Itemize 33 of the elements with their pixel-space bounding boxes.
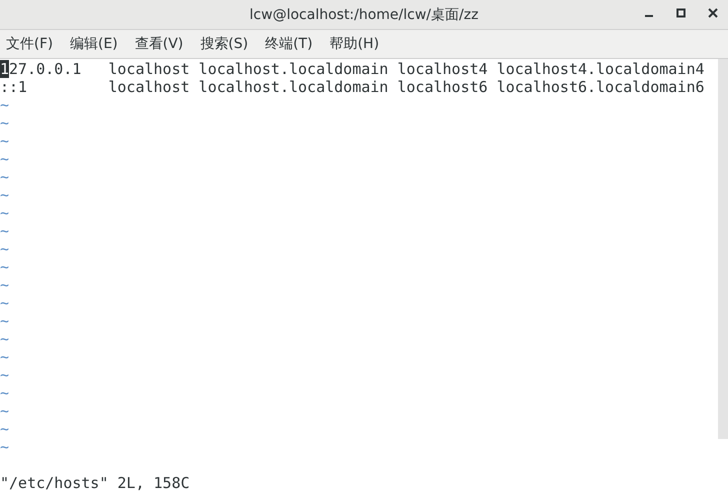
empty-line-marker: ~ xyxy=(0,312,10,330)
close-icon[interactable] xyxy=(708,8,718,18)
text-line: 127.0.0.1 localhost localhost.localdomain localhost4 localhost4.localdomain4 xyxy=(0,60,704,78)
empty-line-marker: ~ xyxy=(0,240,10,258)
empty-line-marker: ~ xyxy=(0,114,10,132)
empty-line-marker: ~ xyxy=(0,420,10,438)
empty-line-marker: ~ xyxy=(0,276,10,294)
text-line: ::1 localhost localhost.localdomain localhost6 localhost6.localdomain6 xyxy=(0,78,704,96)
scrollbar[interactable] xyxy=(718,59,728,439)
empty-line-marker: ~ xyxy=(0,132,10,150)
empty-line-marker: ~ xyxy=(0,204,10,222)
status-line: "/etc/hosts" 2L, 158C xyxy=(0,474,190,492)
empty-line-marker: ~ xyxy=(0,150,10,168)
empty-line-marker: ~ xyxy=(0,438,10,456)
window-title: lcw@localhost:/home/lcw/桌面/zz xyxy=(250,6,478,24)
empty-line-marker: ~ xyxy=(0,96,10,114)
empty-line-marker: ~ xyxy=(0,222,10,240)
empty-line-marker: ~ xyxy=(0,330,10,348)
menu-item[interactable]: 查看(V) xyxy=(134,35,184,53)
empty-line-marker: ~ xyxy=(0,294,10,312)
empty-line-marker: ~ xyxy=(0,168,10,186)
menu-item[interactable]: 帮助(H) xyxy=(330,35,380,53)
menu-item[interactable]: 文件(F) xyxy=(6,35,53,53)
menu-item[interactable]: 编辑(E) xyxy=(70,35,118,53)
empty-line-marker: ~ xyxy=(0,186,10,204)
menu-item[interactable]: 终端(T) xyxy=(265,35,313,53)
maximize-icon[interactable] xyxy=(676,8,686,18)
empty-line-marker: ~ xyxy=(0,384,10,402)
menu-item[interactable]: 搜索(S) xyxy=(200,35,248,53)
empty-line-marker: ~ xyxy=(0,402,10,420)
empty-line-marker: ~ xyxy=(0,258,10,276)
empty-line-marker: ~ xyxy=(0,348,10,366)
empty-line-marker: ~ xyxy=(0,366,10,384)
